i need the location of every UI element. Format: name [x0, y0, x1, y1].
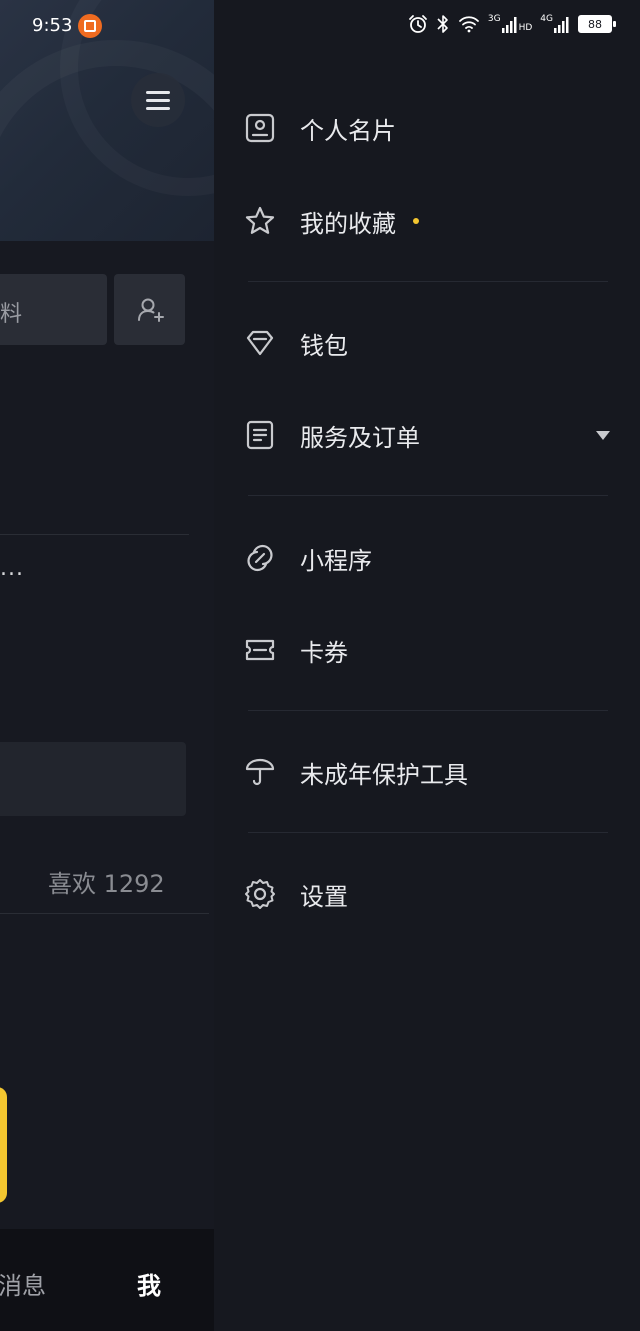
star-icon [245, 206, 275, 234]
floating-action-tab[interactable] [0, 1087, 7, 1203]
divider [248, 281, 608, 282]
hamburger-icon-line [146, 98, 170, 102]
hamburger-icon-line [146, 106, 170, 110]
network-4g-label: 4G [540, 14, 553, 24]
bluetooth-icon [437, 15, 448, 33]
menu-item-label: 小程序 [300, 546, 372, 575]
edit-profile-label: 料 [0, 302, 23, 327]
document-icon [246, 420, 274, 450]
side-drawer: 3G HD 4G 88 个人名片 我的收藏 钱包 服务及订单 小程序 卡券 未成… [214, 0, 640, 1331]
alarm-icon [408, 15, 427, 33]
menu-item-label: 设置 [300, 882, 348, 911]
new-indicator-dot [413, 218, 419, 224]
menu-item-label: 个人名片 [300, 116, 396, 145]
network-hd-label: HD [518, 23, 533, 33]
signal-bars-icon [554, 17, 569, 33]
link-icon [247, 544, 273, 572]
battery-level: 88 [588, 17, 602, 31]
menu-item-minor-protection[interactable]: 未成年保护工具 [214, 742, 640, 802]
profile-page-background: 9:53 料 ... 喜欢 1292 消息 我 [0, 0, 214, 1331]
menu-item-label: 钱包 [300, 331, 348, 360]
menu-item-services-orders[interactable]: 服务及订单 [214, 405, 640, 465]
menu-item-label: 我的收藏 [300, 209, 396, 238]
add-user-icon [137, 298, 164, 322]
divider [0, 913, 209, 914]
network-3g-label: 3G [487, 14, 501, 24]
likes-count[interactable]: 喜欢 1292 [48, 864, 165, 899]
signal-bars-icon [501, 17, 517, 33]
divider [248, 832, 608, 833]
hamburger-icon-line [146, 90, 170, 94]
ticket-icon [245, 639, 275, 661]
menu-item-label: 服务及订单 [300, 423, 420, 452]
divider [248, 495, 608, 496]
signal-icon: 3G HD [488, 15, 532, 33]
bio-ellipsis: ... [0, 556, 24, 581]
edit-profile-button[interactable]: 料 [0, 274, 107, 345]
menu-item-label: 卡券 [300, 638, 348, 667]
nav-messages[interactable]: 消息 [0, 1266, 46, 1301]
add-friend-button[interactable] [114, 274, 185, 345]
notification-badge-icon [78, 14, 102, 38]
menu-item-favorites[interactable]: 我的收藏 [214, 191, 640, 251]
menu-item-coupons[interactable]: 卡券 [214, 620, 640, 680]
wifi-icon [458, 16, 479, 33]
menu-item-wallet[interactable]: 钱包 [214, 313, 640, 373]
status-icons: 3G HD 4G 88 [408, 14, 616, 34]
divider [0, 534, 189, 535]
profile-info-bar[interactable] [0, 742, 186, 816]
chevron-down-icon[interactable] [596, 430, 610, 440]
menu-item-settings[interactable]: 设置 [214, 864, 640, 924]
battery-icon: 88 [578, 15, 616, 33]
menu-item-label: 未成年保护工具 [300, 760, 468, 789]
diamond-icon [246, 330, 274, 356]
gear-icon [245, 879, 275, 909]
nav-me[interactable]: 我 [137, 1266, 161, 1301]
menu-item-mini-programs[interactable]: 小程序 [214, 528, 640, 588]
profile-header-banner [0, 0, 214, 241]
status-time: 9:53 [32, 15, 73, 36]
umbrella-icon [245, 758, 275, 786]
profile-card-icon [245, 113, 275, 143]
signal-icon-2: 4G [540, 15, 570, 33]
menu-button[interactable] [131, 73, 185, 127]
divider [248, 710, 608, 711]
menu-item-profile-card[interactable]: 个人名片 [214, 98, 640, 158]
